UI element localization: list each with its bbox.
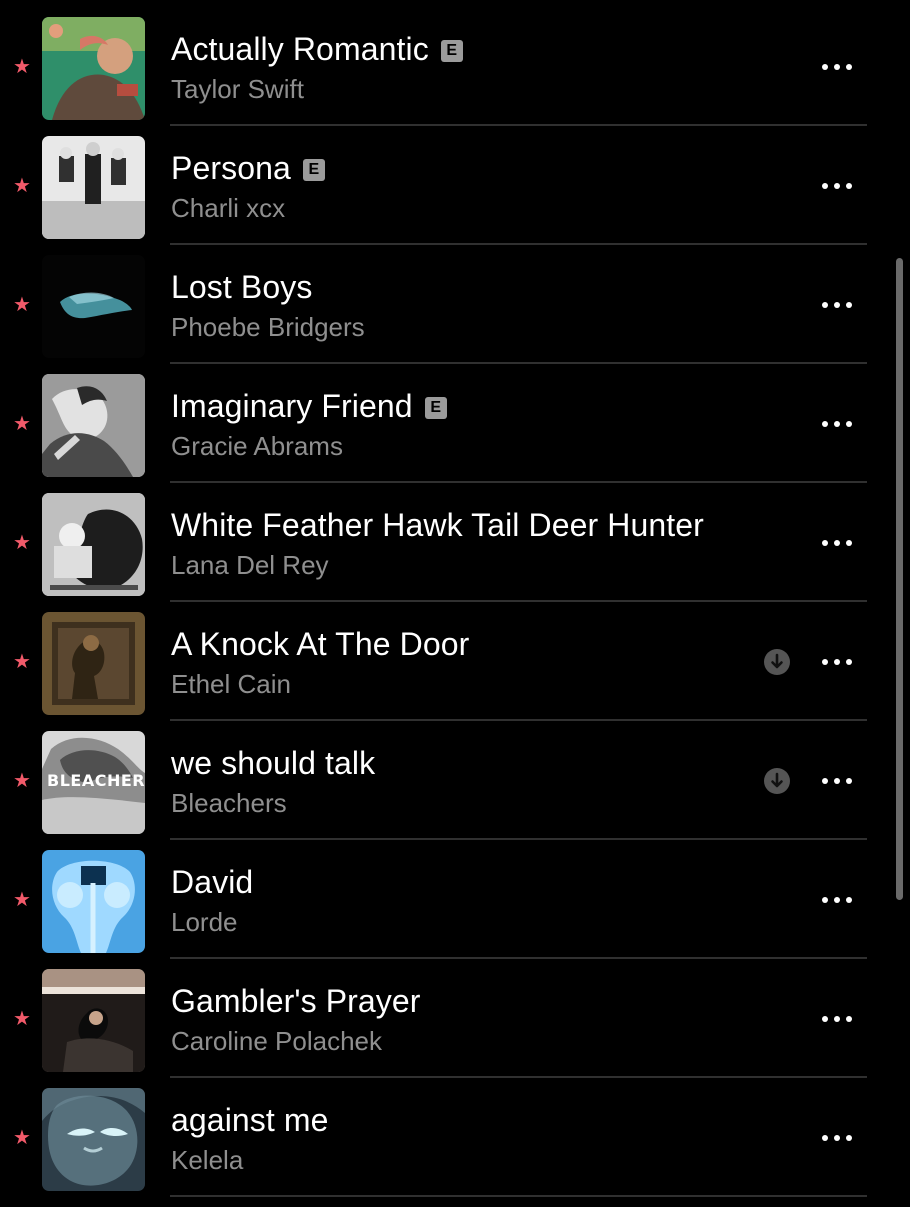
more-icon [822, 64, 852, 70]
row-divider [170, 719, 867, 721]
artist-name: Lana Del Rey [171, 550, 329, 580]
artist-name: Lorde [171, 907, 238, 937]
more-icon [822, 540, 852, 546]
row-divider [170, 838, 867, 840]
song-title: Actually Romantic E [171, 29, 463, 69]
song-title: Persona E [171, 148, 325, 188]
song-row[interactable]: ★ White Feather Hawk Tail Deer Hunter La… [0, 493, 910, 612]
star-icon: ★ [13, 175, 31, 197]
artist-name: Caroline Polachek [171, 1026, 383, 1056]
song-title: Lost Boys [171, 267, 312, 307]
song-title-text: we should talk [171, 745, 376, 781]
song-row[interactable]: ★ Persona E Charli xcx [0, 136, 910, 255]
more-icon [822, 1016, 852, 1022]
explicit-badge: E [424, 397, 447, 419]
more-icon [822, 897, 852, 903]
more-icon [822, 302, 852, 308]
album-art [42, 1088, 145, 1191]
download-icon[interactable] [764, 768, 790, 794]
album-art [42, 493, 145, 596]
star-icon: ★ [13, 294, 31, 316]
song-row[interactable]: ★ Actually Romantic E Taylor Swift [0, 17, 910, 136]
more-icon [822, 1135, 852, 1141]
song-title-text: Imaginary Friend [171, 388, 413, 424]
song-title: against me [171, 1100, 329, 1140]
song-title-text: A Knock At The Door [171, 626, 470, 662]
album-art [42, 850, 145, 953]
artist-name: Bleachers [171, 788, 287, 818]
more-options-button[interactable] [815, 290, 859, 320]
song-title-text: Gambler's Prayer [171, 983, 421, 1019]
star-icon: ★ [13, 889, 31, 911]
star-icon: ★ [13, 1127, 31, 1149]
more-options-button[interactable] [815, 1123, 859, 1153]
song-title: Imaginary Friend E [171, 386, 447, 426]
song-list: ★ Actually Romantic E Taylor Swift ★ Per… [0, 0, 910, 1200]
artist-name: Kelela [171, 1145, 244, 1175]
album-art [42, 969, 145, 1072]
song-title-text: David [171, 864, 254, 900]
row-divider [170, 124, 867, 126]
download-icon[interactable] [764, 649, 790, 675]
song-row[interactable]: ★ David Lorde [0, 850, 910, 969]
album-art [42, 374, 145, 477]
more-options-button[interactable] [815, 528, 859, 558]
star-icon: ★ [13, 770, 31, 792]
album-art: BLEACHERS [42, 731, 145, 834]
artist-name: Taylor Swift [171, 74, 304, 104]
song-title: A Knock At The Door [171, 624, 469, 664]
artist-name: Ethel Cain [171, 669, 291, 699]
song-row[interactable]: ★ against me Kelela [0, 1088, 910, 1207]
song-row[interactable]: ★ BLEACHERS we should talk Bleachers [0, 731, 910, 850]
explicit-badge: E [302, 159, 325, 181]
more-options-button[interactable] [815, 1004, 859, 1034]
song-row[interactable]: ★ A Knock At The Door Ethel Cain [0, 612, 910, 731]
artist-name: Charli xcx [171, 193, 286, 223]
song-title-text: Persona [171, 150, 291, 186]
row-divider [170, 600, 867, 602]
row-divider [170, 481, 867, 483]
song-title-text: White Feather Hawk Tail Deer Hunter [171, 507, 704, 543]
song-row[interactable]: ★ Imaginary Friend E Gracie Abrams [0, 374, 910, 493]
scrollbar[interactable] [896, 258, 903, 900]
song-title-text: Actually Romantic [171, 31, 429, 67]
album-art-text: BLEACHERS [47, 771, 145, 790]
explicit-badge: E [440, 40, 463, 62]
star-icon: ★ [13, 651, 31, 673]
more-options-button[interactable] [815, 171, 859, 201]
row-divider [170, 362, 867, 364]
artist-name: Gracie Abrams [171, 431, 343, 461]
album-art [42, 136, 145, 239]
row-divider [170, 1076, 867, 1078]
more-options-button[interactable] [815, 885, 859, 915]
row-divider [170, 957, 867, 959]
song-title: we should talk [171, 743, 375, 783]
song-row[interactable]: ★ Lost Boys Phoebe Bridgers [0, 255, 910, 374]
song-title: David [171, 862, 253, 902]
star-icon: ★ [13, 532, 31, 554]
more-icon [822, 183, 852, 189]
row-divider [170, 243, 867, 245]
song-title: White Feather Hawk Tail Deer Hunter [171, 505, 704, 545]
more-icon [822, 659, 852, 665]
song-title-text: Lost Boys [171, 269, 313, 305]
album-art [42, 17, 145, 120]
more-options-button[interactable] [815, 766, 859, 796]
more-icon [822, 778, 852, 784]
row-divider [170, 1195, 867, 1197]
more-options-button[interactable] [815, 409, 859, 439]
album-art [42, 612, 145, 715]
song-row[interactable]: ★ Gambler's Prayer Caroline Polachek [0, 969, 910, 1088]
song-title-text: against me [171, 1102, 329, 1138]
artist-name: Phoebe Bridgers [171, 312, 365, 342]
more-icon [822, 421, 852, 427]
more-options-button[interactable] [815, 52, 859, 82]
song-title: Gambler's Prayer [171, 981, 421, 1021]
star-icon: ★ [13, 1008, 31, 1030]
album-art [42, 255, 145, 358]
more-options-button[interactable] [815, 647, 859, 677]
star-icon: ★ [13, 413, 31, 435]
star-icon: ★ [13, 56, 31, 78]
